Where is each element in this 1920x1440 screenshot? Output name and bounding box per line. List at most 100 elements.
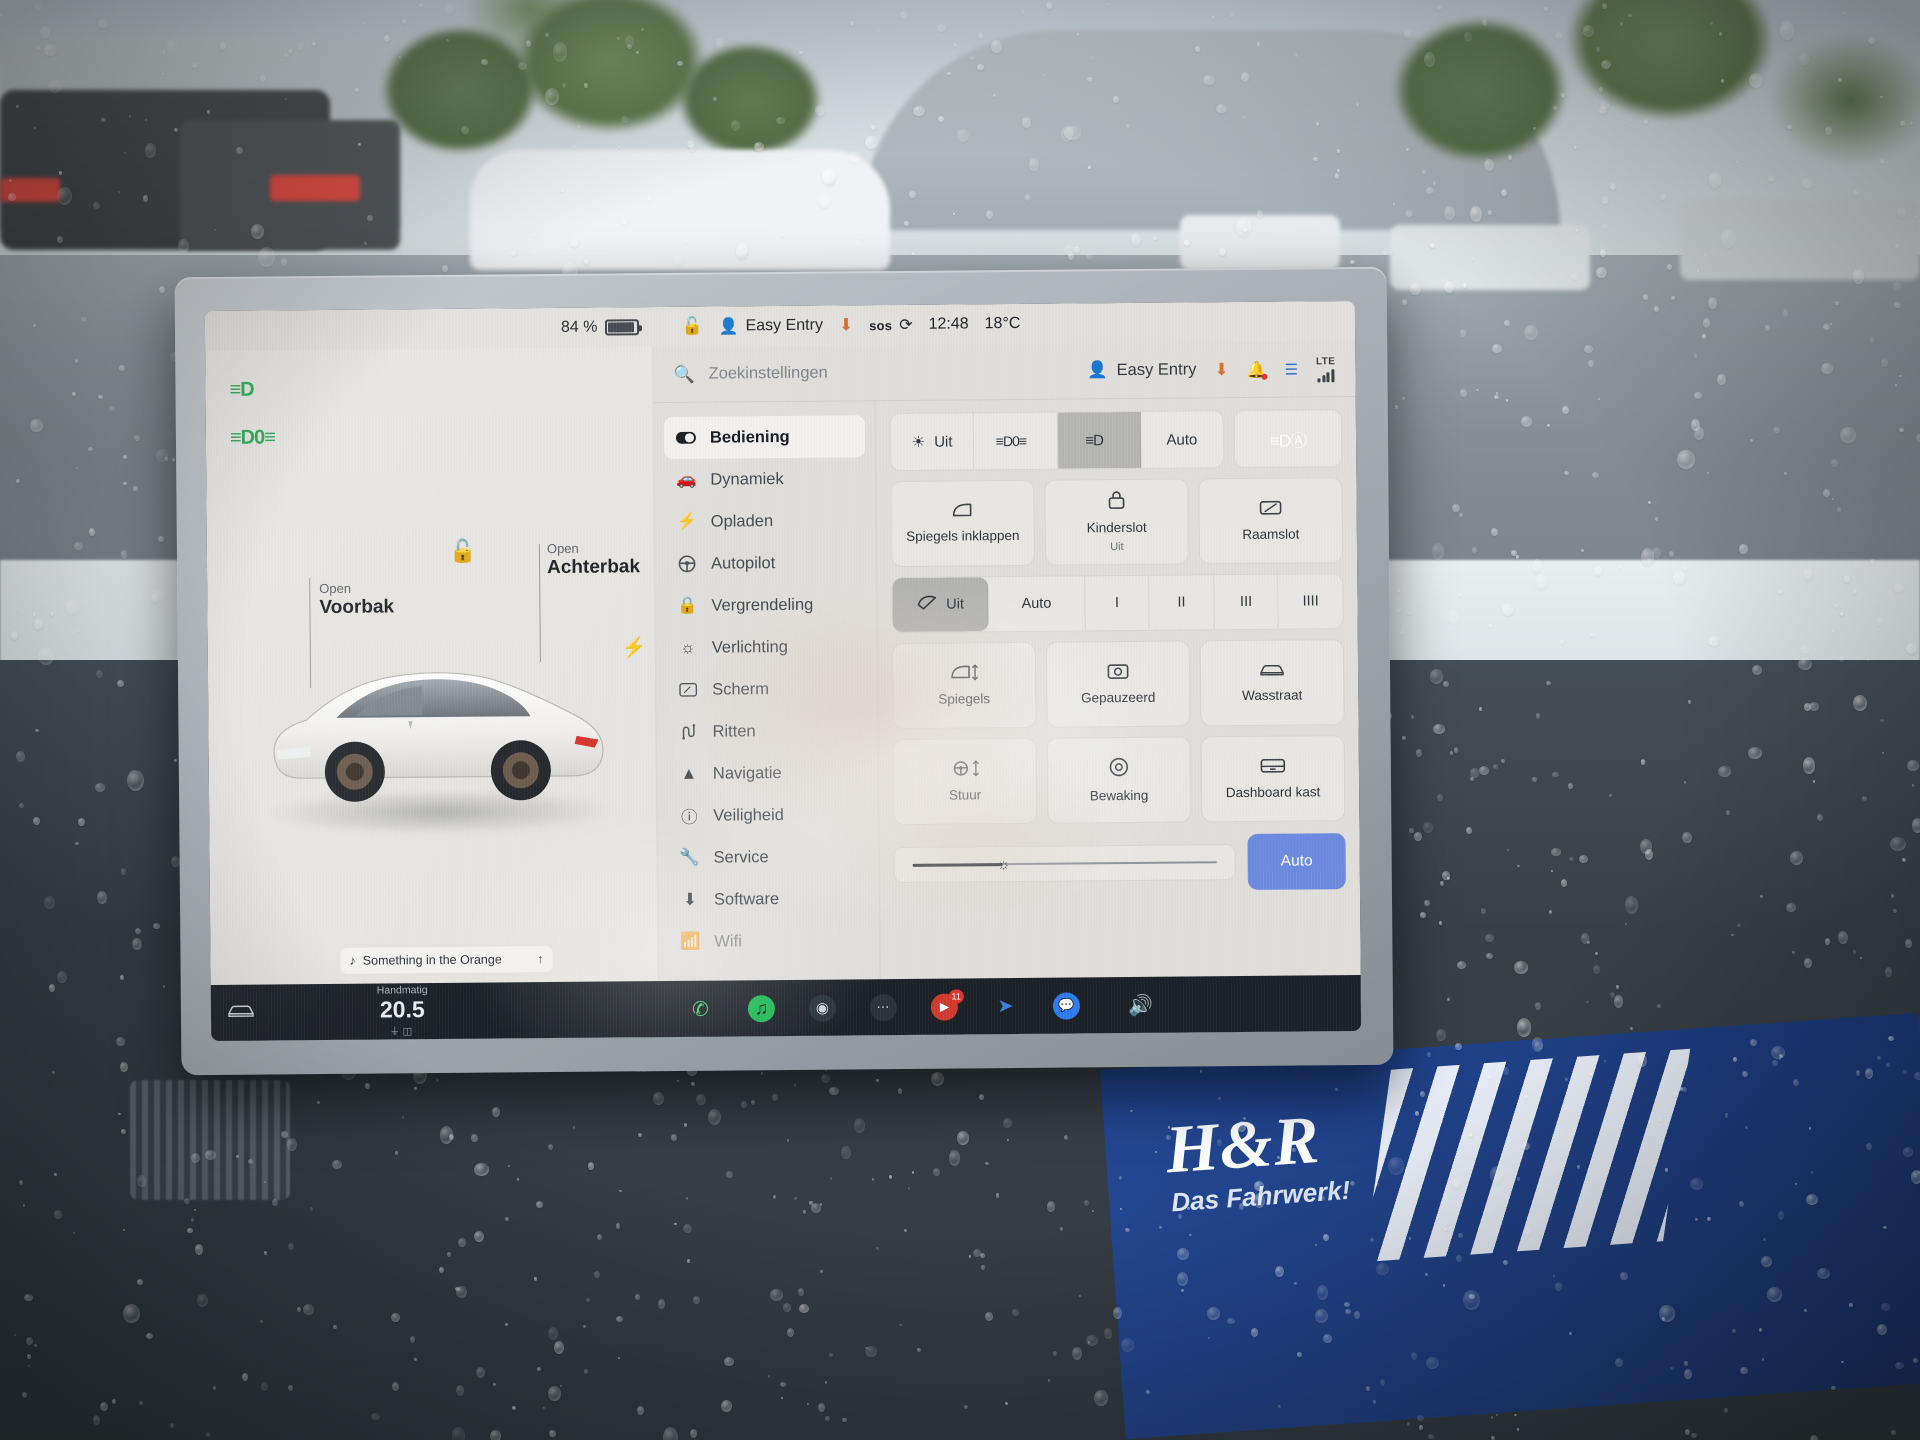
speaker-volume-icon[interactable]: 🔊: [1128, 992, 1153, 1017]
parking-light-icon: ☀: [911, 433, 926, 451]
music-note-icon: ♪: [349, 953, 356, 968]
sidebar-item-scherm[interactable]: Scherm: [666, 667, 867, 711]
sos-button[interactable]: sos ⟳: [869, 315, 913, 335]
tesla-touchscreen-bezel: 84 % 🔓 👤 Easy Entry ⬇ sos ⟳ 12:48 18°C ≡…: [174, 266, 1394, 1076]
unlock-icon[interactable]: 🔓: [681, 317, 702, 337]
sidebar-item-autopilot[interactable]: Autopilot: [665, 541, 866, 585]
sidebar-item-label: Service: [713, 847, 769, 867]
car-wash-tile[interactable]: Wasstraat: [1199, 639, 1345, 727]
now-playing-title: Something in the Orange: [362, 952, 502, 968]
bluetooth-icon[interactable]: ☰: [1284, 360, 1299, 378]
sidebar-item-software[interactable]: ⬇ Software: [668, 877, 869, 921]
expand-arrow-icon[interactable]: ↑: [537, 952, 543, 966]
sidebar-item-label: Navigatie: [712, 763, 782, 783]
wiper-mode-segment[interactable]: Uit Auto I II III IIII: [891, 573, 1344, 634]
wiper-off-option[interactable]: Uit: [892, 577, 990, 633]
sidebar-item-verlichting[interactable]: ☼ Verlichting: [666, 625, 867, 669]
sidebar-item-bediening[interactable]: Bediening: [663, 415, 866, 460]
search-icon[interactable]: 🔍: [673, 364, 694, 384]
car-wash-label: Wasstraat: [1242, 687, 1303, 704]
camera-state-label: Gepauzeerd: [1081, 689, 1156, 706]
sidebar-item-opladen[interactable]: ⚡ Opladen: [665, 499, 866, 543]
wiper-speed-3-label: III: [1239, 593, 1253, 611]
sidebar-item-vergrendeling[interactable]: 🔒 Vergrendeling: [665, 583, 866, 627]
navigation-app-icon[interactable]: ➤: [992, 992, 1019, 1019]
spotify-app-icon[interactable]: ♫: [747, 994, 776, 1022]
wiper-speed-4-label: IIII: [1302, 593, 1319, 610]
profile-name: Easy Entry: [1116, 360, 1197, 380]
car-unlock-icon[interactable]: 🔓: [449, 539, 477, 565]
sidebar-item-service[interactable]: 🔧 Service: [667, 835, 868, 879]
navigation-arrow-icon: ▲: [680, 764, 698, 783]
camera-paused-tile[interactable]: Gepauzeerd: [1045, 640, 1191, 728]
driver-profile-status[interactable]: 👤 Easy Entry: [719, 316, 823, 337]
settings-menu-list[interactable]: Bediening 🚗 Dynamiek ⚡ Opladen Autopilot…: [653, 401, 881, 982]
fog-light-option[interactable]: ≡D0≡: [974, 412, 1058, 470]
frunk-name-label: Voorbak: [319, 596, 395, 619]
steering-adjust-tile[interactable]: Stuur: [892, 737, 1038, 826]
climate-control[interactable]: Handmatig 20.5 ⏚◫: [377, 984, 428, 1037]
window-lock-tile[interactable]: Raamslot: [1198, 477, 1344, 565]
profile-selector[interactable]: 👤 Easy Entry: [1087, 360, 1196, 380]
camera-app-icon[interactable]: ◉: [808, 994, 837, 1022]
sidebar-item-wifi[interactable]: 📶 Wifi: [668, 919, 869, 963]
wiper-auto-option[interactable]: Auto: [988, 576, 1086, 632]
car-front-icon[interactable]: [227, 1001, 255, 1024]
network-status[interactable]: LTE: [1316, 356, 1336, 382]
download-arrow-icon[interactable]: ⬇: [839, 315, 853, 335]
headlight-mode-segment[interactable]: ☀ Uit ≡D0≡ ≡D Auto: [889, 410, 1225, 472]
wiper-speed-4[interactable]: IIII: [1279, 574, 1343, 629]
sidebar-item-label: Verlichting: [711, 637, 789, 657]
sidebar-item-veiligheid[interactable]: ⓘ Veiligheid: [667, 793, 868, 837]
brightness-slider[interactable]: ☼: [893, 844, 1236, 884]
download-arrow-icon[interactable]: ⬇: [1214, 360, 1228, 380]
brightness-sun-icon[interactable]: ☼: [997, 856, 1011, 873]
steering-label: Stuur: [948, 787, 982, 803]
sidebar-item-navigatie[interactable]: ▲ Navigatie: [667, 751, 868, 795]
low-beam-indicator-icon: ≡D: [229, 378, 254, 401]
headlights-off-option[interactable]: ☀ Uit: [890, 413, 975, 471]
shield-warning-icon: ⓘ: [680, 808, 698, 827]
car-visualization-pane[interactable]: ≡D ≡D0≡ Open Achterbak Open Voorbak 🔓 ⚡ …: [205, 347, 659, 986]
lightning-bolt-icon: ⚡: [676, 512, 698, 531]
mirror-fold-tile[interactable]: Spiegels inklappen: [890, 479, 1036, 568]
sidebar-item-dynamiek[interactable]: 🚗 Dynamiek: [664, 457, 865, 501]
toggle-switch-icon: [675, 431, 696, 444]
charge-port-bolt-icon[interactable]: ⚡: [622, 635, 647, 660]
wifi-icon: 📶: [680, 932, 701, 951]
sidebar-item-label: Bediening: [709, 427, 790, 447]
wiper-speed-2[interactable]: II: [1149, 575, 1215, 630]
tesla-touchscreen[interactable]: 84 % 🔓 👤 Easy Entry ⬇ sos ⟳ 12:48 18°C ≡…: [204, 301, 1362, 1042]
brightness-auto-label: Auto: [1280, 852, 1313, 870]
sos-label: sos: [869, 317, 893, 333]
battery-status[interactable]: 84 %: [561, 318, 640, 337]
model-3-car-render[interactable]: [258, 623, 620, 816]
wiper-speed-1[interactable]: I: [1084, 575, 1150, 631]
low-beam-option[interactable]: ≡D: [1057, 411, 1141, 469]
video-app-icon[interactable]: ▶ 11: [930, 988, 964, 1021]
auto-high-beam-button[interactable]: ≡DⒶ: [1233, 409, 1343, 469]
car-side-icon: 🚗: [675, 470, 697, 489]
glovebox-tile[interactable]: Dashboard kast: [1200, 735, 1346, 823]
sentry-mode-tile[interactable]: Bewaking: [1046, 736, 1192, 824]
now-playing-pill[interactable]: ♪ Something in the Orange ↑: [340, 946, 553, 974]
wrench-icon: 🔧: [679, 848, 700, 867]
wiper-off-label: Uit: [946, 596, 965, 613]
phone-app-icon[interactable]: ✆: [687, 995, 714, 1022]
sos-swoosh-icon: ⟳: [899, 316, 913, 334]
wiper-auto-label: Auto: [1021, 595, 1052, 612]
bell-notification-icon[interactable]: 🔔: [1247, 359, 1267, 379]
mirrors-adjust-tile[interactable]: Spiegels: [891, 641, 1037, 730]
headlights-auto-option[interactable]: Auto: [1141, 411, 1224, 468]
child-lock-state: Uit: [1110, 541, 1124, 554]
brightness-auto-button[interactable]: Auto: [1247, 833, 1346, 890]
child-lock-tile[interactable]: Kinderslot Uit: [1044, 478, 1190, 566]
messages-app-icon[interactable]: 💬: [1052, 991, 1081, 1020]
search-input[interactable]: Zoekinstellingen: [708, 364, 827, 384]
clock: 12:48: [928, 315, 969, 333]
sidebar-item-ritten[interactable]: Ritten: [666, 709, 867, 753]
sentry-label: Bewaking: [1089, 788, 1149, 804]
wiper-speed-3[interactable]: III: [1214, 574, 1280, 630]
more-apps-icon[interactable]: ⋯: [869, 993, 898, 1021]
mirror-fold-icon: [951, 503, 975, 523]
